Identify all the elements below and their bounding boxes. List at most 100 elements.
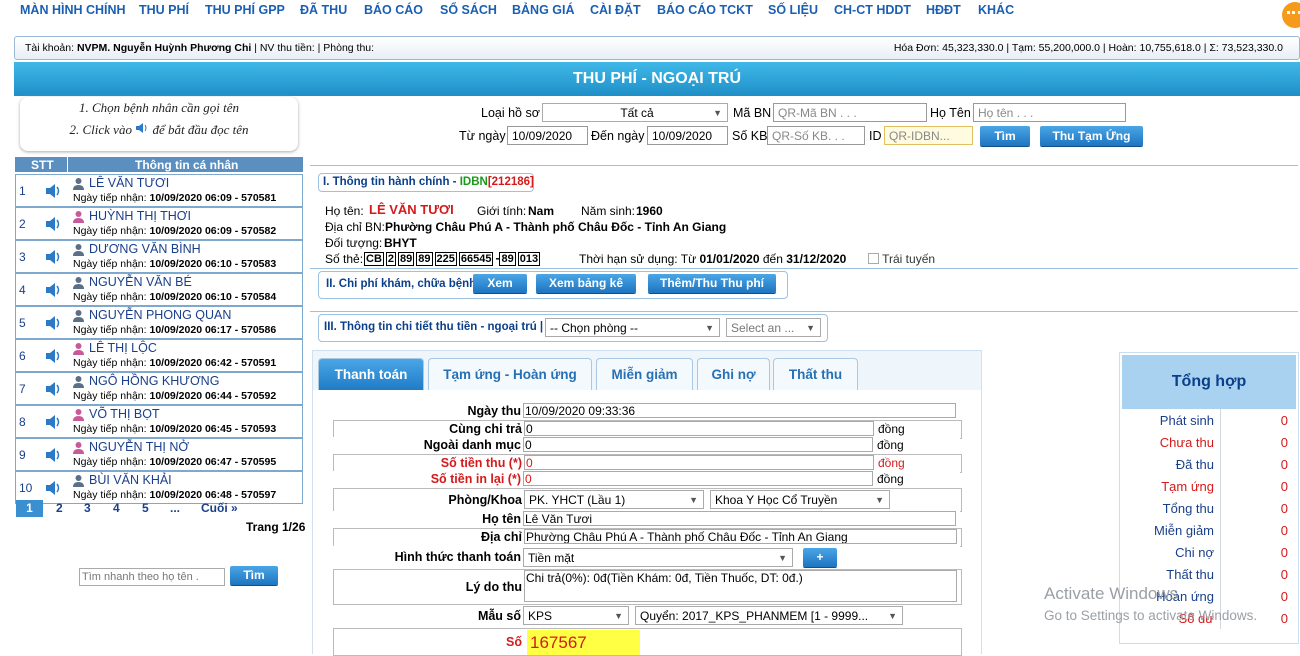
- patient-row[interactable]: 1 LÊ VĂN TƯƠI Ngày tiếp nhận: 10/09/2020 0…: [15, 174, 303, 207]
- ma-bn-input[interactable]: QR-Mã BN . . .: [773, 103, 927, 122]
- tab-thanh-toan[interactable]: Thanh toán: [318, 358, 424, 390]
- patient-name[interactable]: HUỲNH THỊ THƠI: [89, 209, 191, 223]
- menu-bao-cao[interactable]: BÁO CÁO: [364, 3, 423, 17]
- find-button[interactable]: Tìm: [980, 126, 1030, 146]
- section-3-title: III. Thông tin chi tiết thu tiền - ngoại…: [324, 321, 544, 333]
- menu-hddt[interactable]: HĐĐT: [926, 3, 961, 17]
- den-ngay-label: Đến ngày: [591, 129, 645, 143]
- select-an-dropdown[interactable]: Select an ... ▼: [726, 318, 821, 337]
- speaker-icon[interactable]: [44, 215, 62, 233]
- menu-so-sach[interactable]: SỔ SÁCH: [440, 3, 497, 17]
- tab-mien-giam[interactable]: Miễn giảm: [596, 358, 693, 390]
- page-last[interactable]: Cuối »: [201, 501, 238, 515]
- quick-search-input[interactable]: Tìm nhanh theo họ tên .: [79, 568, 225, 586]
- patient-name[interactable]: BÙI VĂN KHẢI: [89, 473, 172, 487]
- tab-tam-ung[interactable]: Tạm ứng - Hoàn ứng: [428, 358, 592, 390]
- so-the-label: Số thẻ:: [325, 252, 364, 266]
- menu-man-hinh-chinh[interactable]: MÀN HÌNH CHÍNH: [20, 3, 126, 17]
- den-ngay-input[interactable]: 10/09/2020: [647, 126, 728, 145]
- view-button[interactable]: Xem: [473, 274, 527, 293]
- ho-ten-field[interactable]: Lê Văn Tươi: [523, 511, 956, 526]
- loai-ho-so-select[interactable]: Tất cả ▼: [542, 103, 728, 122]
- speaker-icon[interactable]: [44, 413, 62, 431]
- menu-bao-cao-tckt[interactable]: BÁO CÁO TCKT: [657, 3, 753, 17]
- ngoai-danh-muc-input[interactable]: 0: [523, 437, 873, 452]
- menu-thu-phi[interactable]: THU PHÍ: [139, 3, 189, 17]
- menu-so-lieu[interactable]: SỐ LIỆU: [768, 3, 818, 17]
- so-field[interactable]: 167567: [527, 630, 640, 655]
- user-icon: [73, 211, 84, 223]
- row-ngay-thu: Ngày thu 10/09/2020 09:33:36: [333, 403, 960, 420]
- speaker-icon[interactable]: [44, 479, 62, 497]
- summary-label: Miễn giảm: [1154, 523, 1214, 538]
- speaker-icon[interactable]: [44, 380, 62, 398]
- so-tien-in-lai-input[interactable]: 0: [523, 471, 873, 486]
- patient-name[interactable]: VÕ THỊ BỌT: [89, 407, 160, 421]
- menu-bang-gia[interactable]: BẢNG GIÁ: [512, 3, 575, 17]
- patient-row[interactable]: 2 HUỲNH THỊ THƠI Ngày tiếp nhận: 10/09/202…: [15, 207, 303, 240]
- speaker-icon[interactable]: [44, 248, 62, 266]
- tu-ngay-input[interactable]: 10/09/2020: [507, 126, 588, 145]
- patient-row[interactable]: 8 VÕ THỊ BỌT Ngày tiếp nhận: 10/09/2020 06…: [15, 405, 303, 438]
- dia-chi-field[interactable]: Phường Châu Phú A - Thành phố Châu Đốc -…: [524, 529, 957, 544]
- patient-name[interactable]: NGUYỄN PHONG QUAN: [89, 308, 231, 322]
- patient-name[interactable]: NGUYỄN THỊ NỞ: [89, 440, 189, 454]
- patient-name[interactable]: LÊ VĂN TƯƠI: [89, 176, 169, 190]
- page-2[interactable]: 2: [56, 501, 63, 515]
- page-1[interactable]: 1: [16, 500, 43, 517]
- menu-khac[interactable]: KHÁC: [978, 3, 1014, 17]
- patient-name[interactable]: LÊ THỊ LỘC: [89, 341, 157, 355]
- thu-tam-ung-button[interactable]: Thu Tạm Ứng: [1040, 126, 1143, 146]
- quyen-select[interactable]: Quyển: 2017_KPS_PHANMEM [1 - 9999... ▼: [635, 606, 903, 625]
- page-3[interactable]: 3: [84, 501, 91, 515]
- add-payment-method-button[interactable]: +: [803, 548, 837, 567]
- speaker-icon[interactable]: [44, 446, 62, 464]
- cung-chi-tra-input[interactable]: 0: [524, 421, 874, 436]
- gioi-tinh-value: Nam: [528, 204, 555, 218]
- row-so: Số 167567: [333, 628, 962, 656]
- page-title: THU PHÍ - NGOẠI TRÚ: [14, 62, 1300, 96]
- patient-row[interactable]: 6 LÊ THỊ LỘC Ngày tiếp nhận: 10/09/2020 06…: [15, 339, 303, 372]
- room-select[interactable]: -- Chọn phòng -- ▼: [545, 318, 720, 337]
- tab-ghi-no[interactable]: Ghi nợ: [697, 358, 770, 390]
- quick-search-button[interactable]: Tìm: [230, 566, 278, 585]
- trai-tuyen-checkbox[interactable]: Trái tuyến: [868, 252, 935, 266]
- view-list-button[interactable]: Xem bảng kê: [536, 274, 636, 293]
- menu-da-thu[interactable]: ĐÃ THU: [300, 3, 347, 17]
- hinh-thuc-select[interactable]: Tiền mặt ▼: [523, 548, 793, 567]
- add-fee-button[interactable]: Thêm/Thu Thu phí: [648, 274, 776, 293]
- speaker-icon[interactable]: [44, 182, 62, 200]
- patient-name[interactable]: DƯƠNG VĂN BÌNH: [89, 242, 201, 256]
- patient-row[interactable]: 5 NGUYỄN PHONG QUAN Ngày tiếp nhận: 10/09/…: [15, 306, 303, 339]
- page-ellipsis[interactable]: ...: [170, 501, 180, 515]
- speaker-icon[interactable]: [44, 347, 62, 365]
- summary-row: Miễn giảm 0: [1122, 519, 1296, 541]
- patient-row[interactable]: 4 NGUYỄN VĂN BÉ Ngày tiếp nhận: 10/09/2020…: [15, 273, 303, 306]
- so-tien-thu-input[interactable]: 0: [524, 455, 874, 470]
- speaker-icon[interactable]: [44, 281, 62, 299]
- mau-so-select[interactable]: KPS ▼: [523, 606, 629, 625]
- patient-name[interactable]: NGUYỄN VĂN BÉ: [89, 275, 192, 289]
- menu-thu-phi-gpp[interactable]: THU PHÍ GPP: [205, 3, 285, 17]
- so-kb-input[interactable]: QR-Số KB. . .: [767, 126, 865, 145]
- khoa-select[interactable]: Khoa Y Học Cổ Truyền ▼: [710, 490, 890, 509]
- patient-row[interactable]: 9 NGUYỄN THỊ NỞ Ngày tiếp nhận: 10/09/2020…: [15, 438, 303, 471]
- ly-do-textarea[interactable]: Chi trả(0%): 0đ(Tiền Khám: 0đ, Tiền Thuố…: [524, 570, 957, 602]
- menu-cai-dat[interactable]: CÀI ĐẶT: [590, 3, 641, 17]
- patient-name[interactable]: NGÔ HỒNG KHƯƠNG: [89, 374, 219, 388]
- ma-bn-label: Mã BN: [733, 106, 772, 120]
- instruction-box: 1. Chọn bệnh nhân cần gọi tên 2. Click v…: [20, 97, 298, 151]
- ngay-thu-input[interactable]: 10/09/2020 09:33:36: [523, 403, 956, 418]
- speaker-icon[interactable]: [44, 314, 62, 332]
- phong-select[interactable]: PK. YHCT (Lầu 1) ▼: [524, 490, 704, 509]
- id-input[interactable]: QR-IDBN...: [884, 126, 973, 145]
- patient-date: Ngày tiếp nhận: 10/09/2020 06:10 - 57058…: [73, 258, 277, 270]
- patient-row[interactable]: 7 NGÔ HỒNG KHƯƠNG Ngày tiếp nhận: 10/09/20…: [15, 372, 303, 405]
- page-4[interactable]: 4: [113, 501, 120, 515]
- thoi-han-label: Thời hạn sử dụng: Từ: [579, 252, 697, 266]
- tab-that-thu[interactable]: Thất thu: [773, 358, 858, 390]
- patient-row[interactable]: 3 DƯƠNG VĂN BÌNH Ngày tiếp nhận: 10/09/202…: [15, 240, 303, 273]
- menu-ch-ct-hddt[interactable]: CH-CT HDDT: [834, 3, 911, 17]
- page-5[interactable]: 5: [142, 501, 149, 515]
- ho-ten-input[interactable]: Họ tên . . .: [973, 103, 1126, 122]
